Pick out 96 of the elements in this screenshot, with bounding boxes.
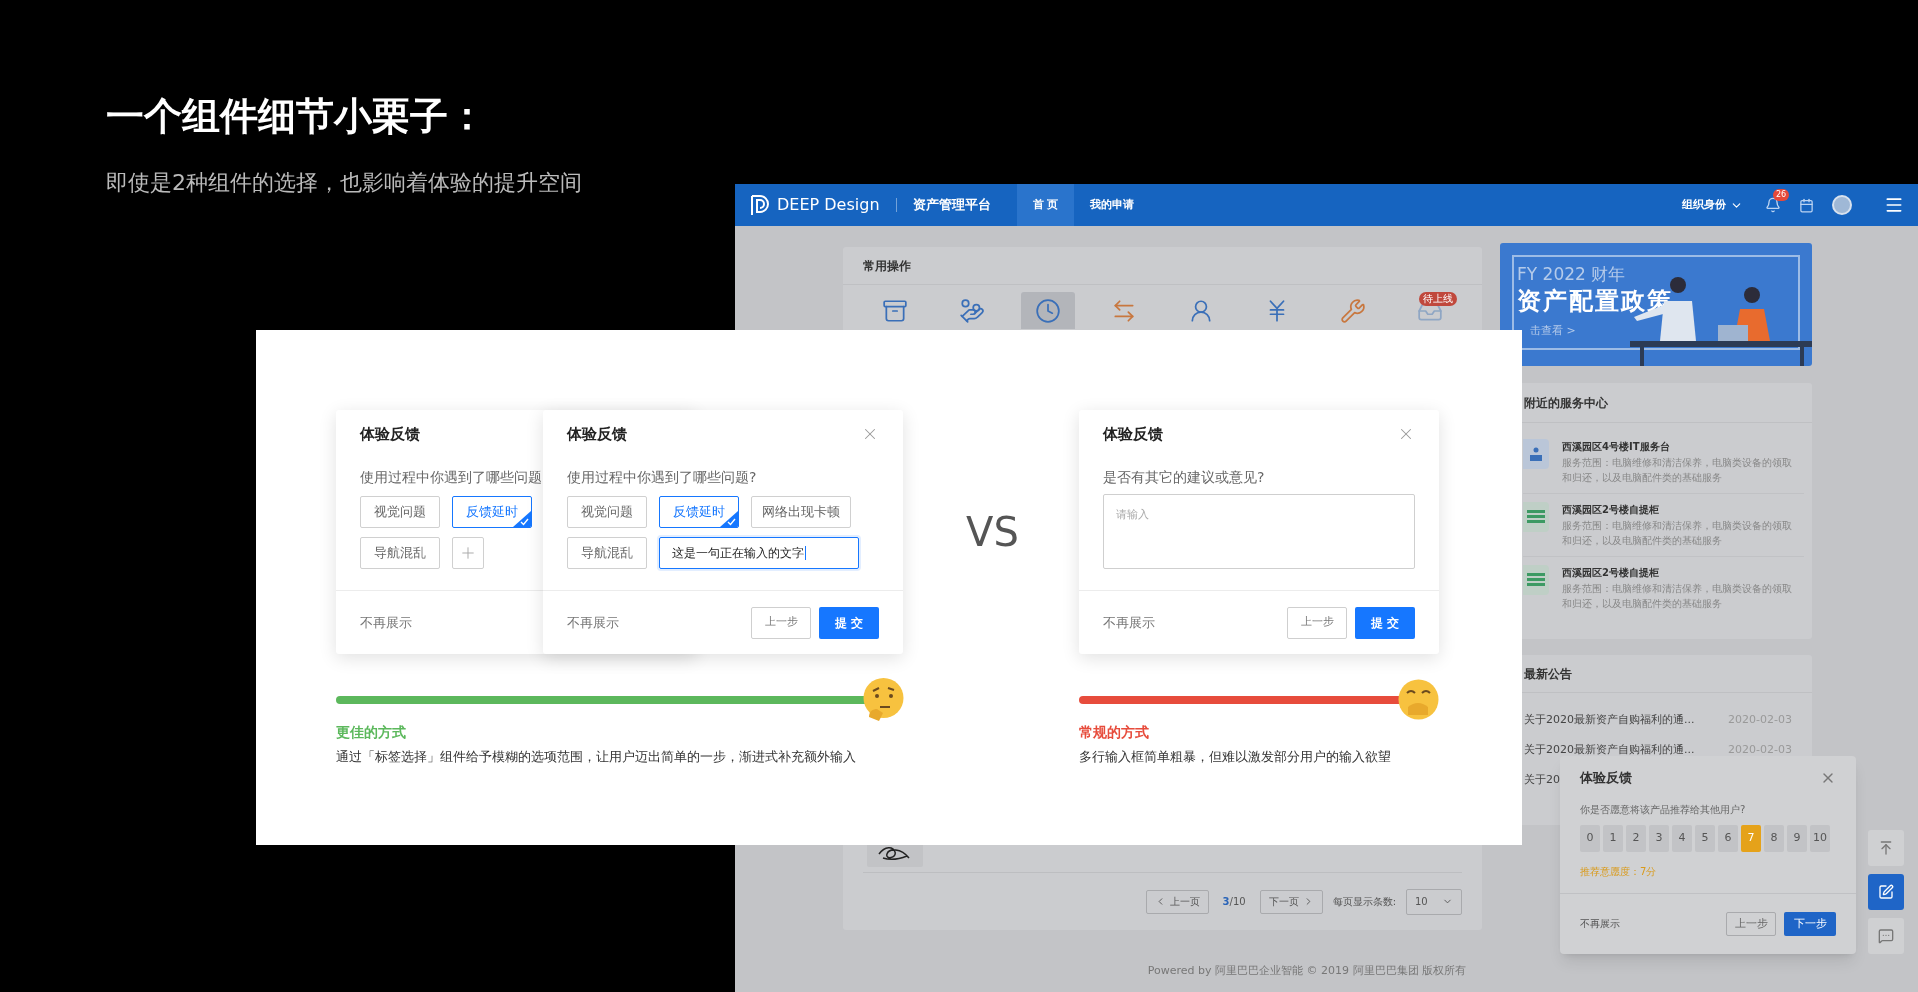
popup-title: 体验反馈: [1580, 769, 1632, 787]
avatar[interactable]: [1832, 195, 1852, 215]
box-icon: [882, 297, 909, 324]
verdict-label: 更佳的方式: [336, 723, 407, 742]
clock-icon: [1034, 297, 1061, 324]
score-option[interactable]: 5: [1695, 824, 1715, 852]
dismiss-link[interactable]: 不再展示: [1580, 916, 1620, 932]
input-field[interactable]: 这是一句正在输入的文字: [659, 537, 859, 569]
score-option[interactable]: 10: [1810, 824, 1830, 852]
service-title: 西溪园区4号楼IT服务台: [1562, 440, 1671, 454]
banner-link[interactable]: 击查看 >: [1530, 323, 1576, 340]
platform-name: 资产管理平台: [912, 196, 991, 215]
tag-option[interactable]: 视觉问题: [567, 496, 647, 528]
verdict-description: 多行输入框简单粗暴，但难以激发部分用户的输入欲望: [1079, 748, 1392, 766]
notification-badge: 26: [1773, 189, 1790, 201]
arrow-up-icon: [1878, 840, 1894, 856]
dismiss-link[interactable]: 不再展示: [567, 612, 619, 633]
dismiss-link[interactable]: 不再展示: [1103, 612, 1155, 633]
brand-name: DEEP Design: [777, 194, 880, 216]
slide-title: 一个组件细节小栗子：: [106, 93, 486, 140]
service-title: 西溪园区2号楼自提柜: [1562, 503, 1660, 517]
previous-page-button[interactable]: 上一页: [1145, 889, 1209, 914]
score-option[interactable]: 8: [1764, 824, 1784, 852]
menu-icon[interactable]: [1884, 195, 1904, 215]
logo-icon: [749, 194, 771, 216]
score-option[interactable]: 2: [1626, 824, 1646, 852]
service-description: 服务范围：电脑维修和清洁保养，电脑类设备的领取和归还，以及电脑配件类的基础服务: [1562, 519, 1793, 548]
tools-icon: [1340, 297, 1367, 324]
yawning-emoji-icon: [1396, 677, 1441, 722]
tag-option[interactable]: 网络出现卡顿: [751, 496, 851, 528]
score-option[interactable]: 0: [1580, 824, 1600, 852]
back-to-top-button[interactable]: [1868, 830, 1904, 866]
card-question: 使用过程中你遇到了哪些问题?: [567, 468, 757, 487]
card-title: 体验反馈: [1103, 423, 1163, 445]
rating-text: 推荐意愿度：7分: [1579, 864, 1658, 879]
chat-button[interactable]: [1868, 918, 1904, 954]
card-title: 体验反馈: [567, 423, 627, 445]
slide-subtitle: 即使是2种组件的选择，也影响着体验的提升空间: [106, 169, 582, 197]
versus-label: VS: [966, 508, 1019, 557]
announcement-title[interactable]: 关于2020最新资产自购福利的通...: [1524, 711, 1695, 729]
submit-button[interactable]: 提 交: [1355, 606, 1415, 639]
service-description: 服务范围：电脑维修和清洁保养，电脑类设备的领取和归还，以及电脑配件类的基础服务: [1562, 582, 1793, 611]
page-size-select[interactable]: 10: [1406, 888, 1462, 915]
verdict-description: 通过「标签选择」组件给予模糊的选项范围，让用户迈出简单的一步，渐进式补充额外输入: [336, 748, 857, 766]
banner-year: FY 2022 财年: [1517, 263, 1626, 285]
submit-button[interactable]: 提 交: [819, 606, 879, 639]
tag-option[interactable]: 反馈延时: [659, 496, 739, 528]
announcement-title[interactable]: 关于2020最新资产自购福利的通...: [1524, 741, 1695, 759]
service-description: 服务范围：电脑维修和清洁保养，电脑类设备的领取和归还，以及电脑配件类的基础服务: [1562, 456, 1793, 485]
plus-icon: [459, 544, 477, 562]
card-question: 是否有其它的建议或意见?: [1103, 468, 1265, 487]
calendar-icon[interactable]: [1799, 197, 1814, 213]
status-badge: 待上线: [1418, 292, 1457, 306]
card-title: 常用操作: [863, 257, 911, 275]
card-title: 最新公告: [1524, 665, 1572, 683]
next-button[interactable]: 下一步: [1784, 911, 1836, 936]
edit-icon: [1878, 884, 1894, 900]
chat-icon: [1878, 928, 1894, 944]
locker-icon: [1523, 502, 1549, 532]
back-button[interactable]: 上一步: [751, 606, 811, 639]
quick-action[interactable]: 待上线: [1402, 292, 1457, 329]
hand-icon: [958, 297, 985, 324]
score-option[interactable]: 4: [1672, 824, 1692, 852]
bell-icon[interactable]: [1765, 197, 1781, 213]
page-indicator: 3/10: [1222, 895, 1246, 909]
nav-tab[interactable]: 首 页: [1016, 184, 1075, 226]
tag-option[interactable]: 视觉问题: [360, 496, 440, 528]
next-page-button[interactable]: 下一页: [1259, 889, 1323, 914]
back-button[interactable]: 上一步: [1287, 606, 1347, 639]
text-caret: [805, 546, 806, 560]
nav-tab[interactable]: 我的申请: [1074, 184, 1151, 226]
card-title: 体验反馈: [360, 423, 420, 445]
popup-question: 你是否愿意将该产品推荐给其他用户?: [1579, 802, 1747, 817]
tag-option[interactable]: 反馈延时: [452, 496, 532, 528]
verdict-label: 常规的方式: [1079, 723, 1150, 742]
service-desk-icon: [1523, 439, 1549, 469]
tag-option[interactable]: 导航混乱: [360, 537, 440, 569]
text-area[interactable]: 请输入: [1103, 494, 1415, 569]
announcement-title[interactable]: 关于20: [1524, 771, 1560, 789]
card-question: 使用过程中你遇到了哪些问题: [360, 468, 542, 487]
quick-action[interactable]: [1020, 292, 1075, 329]
card-title: 附近的服务中心: [1524, 394, 1608, 412]
page-size-label: 每页显示条数:: [1332, 895, 1396, 909]
org-menu[interactable]: 组织身份: [1682, 196, 1743, 214]
service-title: 西溪园区2号楼自提柜: [1562, 566, 1660, 580]
thinking-emoji-icon: [861, 677, 906, 722]
back-button[interactable]: 上一步: [1726, 911, 1776, 936]
score-option[interactable]: 1: [1603, 824, 1623, 852]
footer-text: Powered by 阿里巴巴企业智能 © 2019 阿里巴巴集团 版权所有: [1147, 963, 1466, 979]
tag-option[interactable]: 导航混乱: [567, 537, 647, 569]
dismiss-link[interactable]: 不再展示: [360, 612, 412, 633]
score-option[interactable]: 9: [1787, 824, 1807, 852]
score-option[interactable]: 6: [1718, 824, 1738, 852]
score-option[interactable]: 3: [1649, 824, 1669, 852]
locker-icon: [1523, 565, 1549, 595]
feedback-button[interactable]: [1868, 874, 1904, 910]
